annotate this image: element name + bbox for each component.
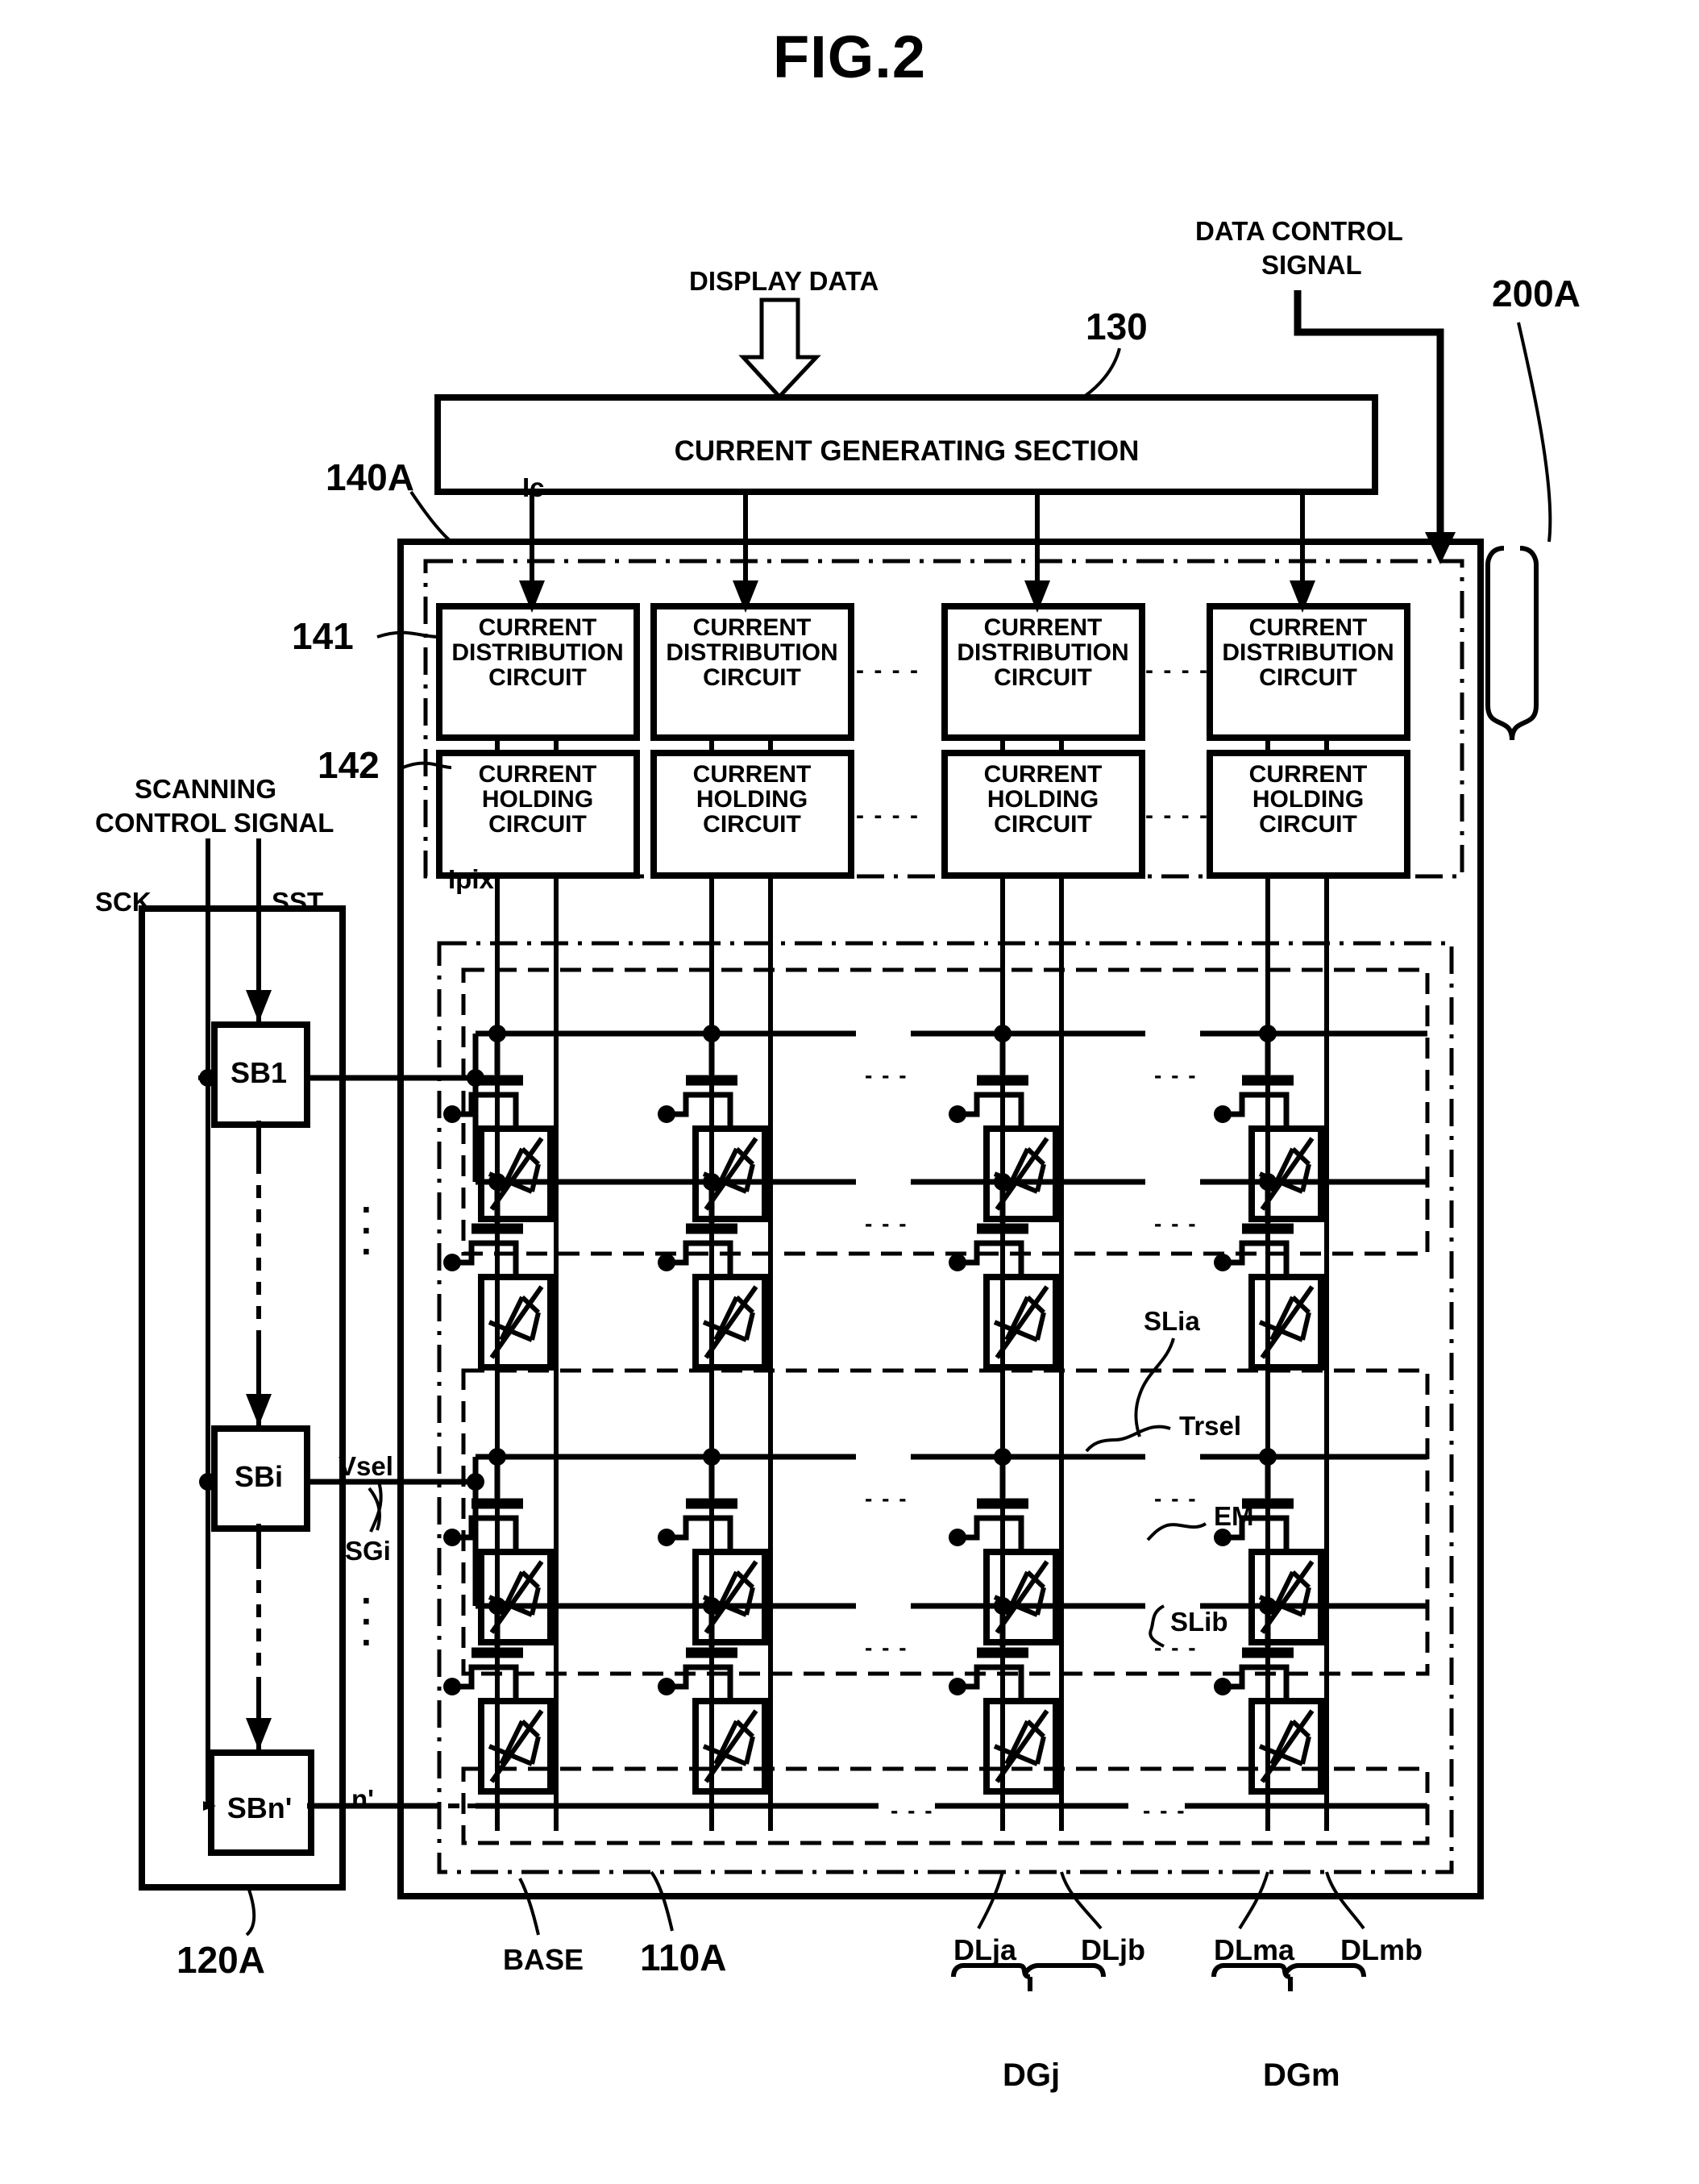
brace-200A — [1485, 546, 1539, 741]
transistor-channel — [958, 1240, 1024, 1277]
leader-dlja — [977, 1871, 1004, 1929]
current-distribution-circuit-box-1 — [650, 603, 854, 741]
current-distribution-circuit-box-3 — [1207, 603, 1410, 741]
transistor-channel — [958, 1515, 1024, 1552]
leader-130 — [1082, 347, 1121, 398]
channel-source-dot — [1214, 1254, 1232, 1271]
sst-arrow-sb1 — [246, 990, 272, 1022]
pixel-row-2 — [443, 1448, 1324, 1645]
data-line-leaders — [977, 1871, 1365, 1930]
pixel-row-0 — [443, 1025, 1324, 1222]
channel-source-dot — [949, 1105, 966, 1123]
channel-source-dot — [658, 1105, 675, 1123]
leader-trsel — [1085, 1425, 1171, 1453]
brace-dgm — [1211, 1963, 1366, 1979]
leader-em — [1146, 1522, 1207, 1541]
shift-block-box-0 — [211, 1021, 310, 1128]
current-holding-circuit-box-3 — [1207, 750, 1410, 879]
leader-dlma — [1238, 1871, 1269, 1930]
sst-arrow-sbi — [246, 1394, 272, 1426]
channel-source-dot — [1214, 1678, 1232, 1695]
leader-base — [518, 1878, 540, 1936]
pixel-row-3 — [443, 1597, 1324, 1795]
pixel-group-frame-1 — [461, 967, 1430, 1256]
current-generating-section-box — [434, 394, 1378, 495]
leader-140A — [409, 490, 453, 543]
channel-source-dot — [949, 1529, 966, 1546]
channel-source-dot — [443, 1105, 461, 1123]
leader-slia — [1134, 1337, 1175, 1437]
transistor-channel — [1223, 1515, 1290, 1552]
transistor-channel — [667, 1092, 733, 1129]
leader-dlmb — [1325, 1871, 1365, 1930]
figure-linework — [139, 290, 1552, 1991]
current-holding-circuit-box-1 — [650, 750, 854, 879]
display-panel-frame-110A — [437, 941, 1454, 1874]
brace-dgj — [951, 1963, 1106, 1979]
pixel-group-frame-2 — [461, 1368, 1430, 1676]
current-holding-circuit-box-0 — [436, 750, 640, 879]
pixel-row-1 — [443, 1173, 1324, 1371]
leader-110A — [650, 1870, 674, 1932]
leader-dljb — [1060, 1871, 1103, 1930]
channel-source-dot — [443, 1254, 461, 1271]
current-holding-circuit-box-2 — [941, 750, 1145, 879]
channel-source-dot — [658, 1529, 675, 1546]
transistor-channel — [667, 1240, 733, 1277]
transistor-channel — [958, 1092, 1024, 1129]
channel-source-dot — [949, 1254, 966, 1271]
sst-arrow-sbnp — [246, 1718, 272, 1750]
shift-block-box-1 — [211, 1425, 310, 1532]
transistor-channel — [452, 1240, 519, 1277]
channel-source-dot — [443, 1678, 461, 1695]
channel-source-dot — [949, 1678, 966, 1695]
scanning-driver-frame-120A — [139, 905, 346, 1891]
display-data-arrow-icon — [738, 297, 821, 400]
channel-source-dot — [1214, 1529, 1232, 1546]
data-lines — [495, 876, 1329, 1831]
patent-figure-2: FIG.2 DISPLAY DATA DATA CONTROL SIGNAL 1… — [0, 0, 1699, 2184]
current-distribution-circuit-box-2 — [941, 603, 1145, 741]
transistor-channel — [1223, 1092, 1290, 1129]
leader-120A — [245, 1887, 256, 1936]
channel-source-dot — [658, 1254, 675, 1271]
transistor-channel — [1223, 1240, 1290, 1277]
channel-source-dot — [658, 1678, 675, 1695]
shift-block-box-2 — [208, 1749, 314, 1856]
leader-slib — [1149, 1604, 1165, 1648]
leader-141 — [376, 630, 440, 639]
channel-source-dot — [1214, 1105, 1232, 1123]
data-control-signal-wire — [1294, 290, 1444, 542]
leader-200A — [1517, 322, 1552, 543]
current-distribution-circuit-box-0 — [436, 603, 640, 741]
transistor-channel — [667, 1515, 733, 1552]
channel-source-dot — [443, 1529, 461, 1546]
